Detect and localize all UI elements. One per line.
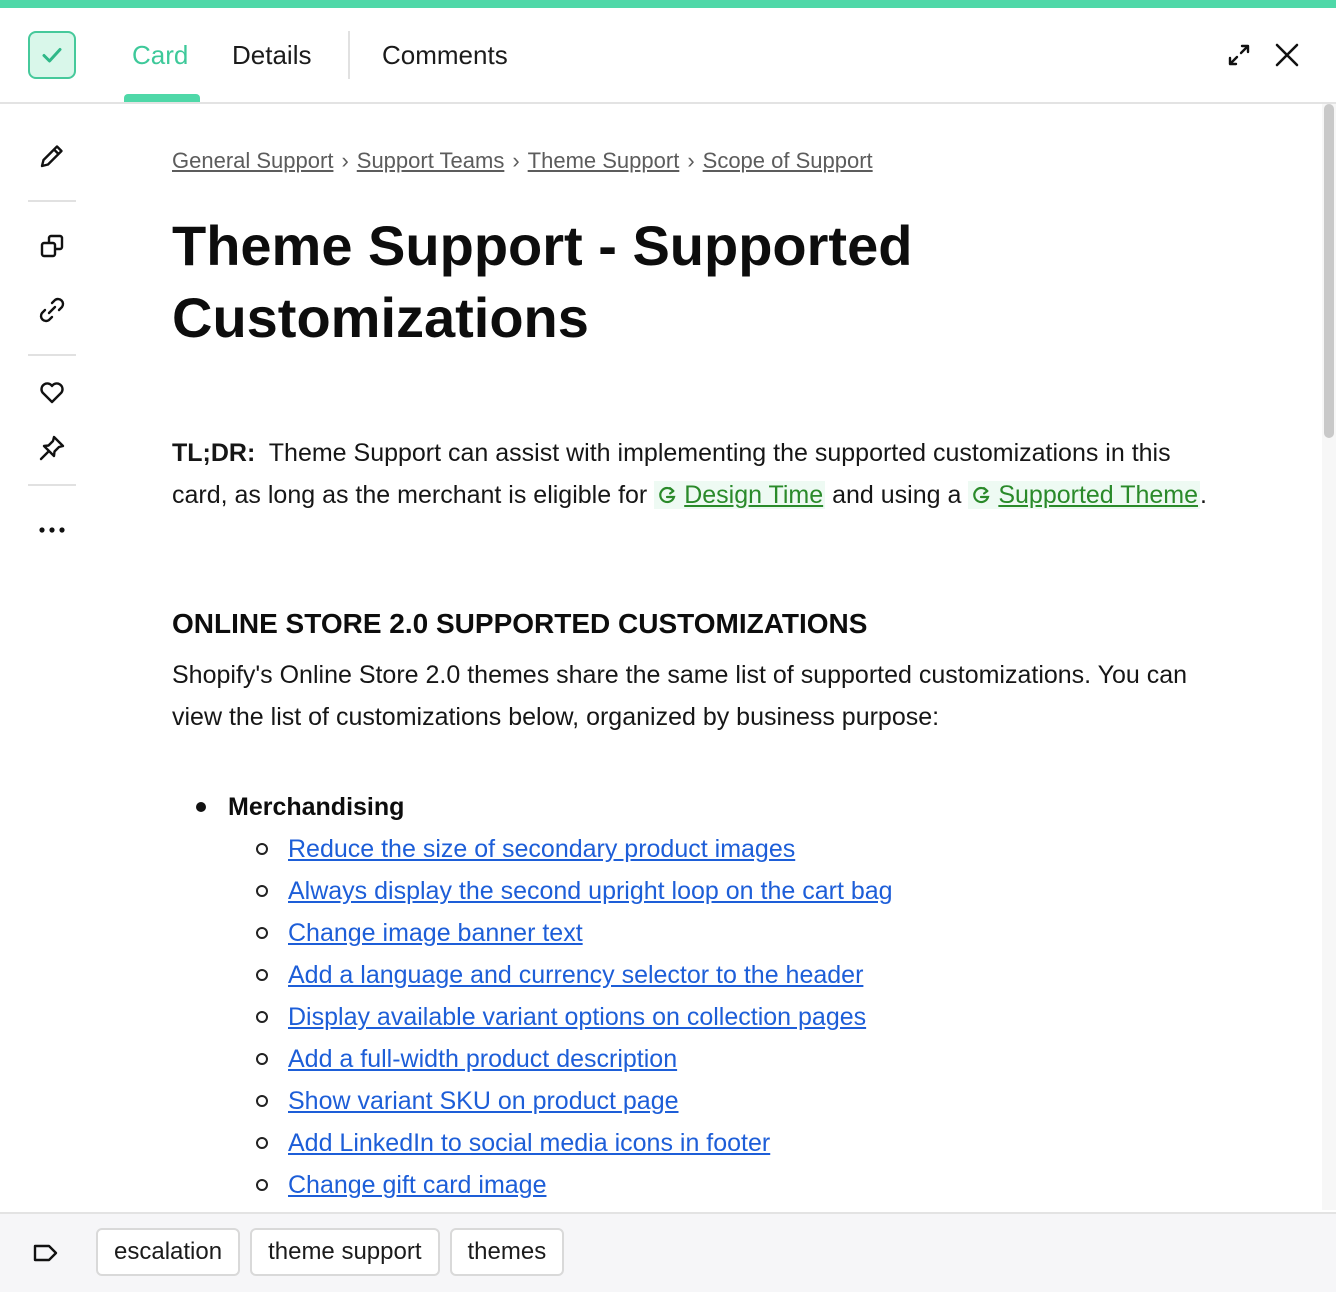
list-item: Show variant SKU on product page: [172, 1080, 1232, 1122]
customization-link[interactable]: Add a full-width product description: [288, 1045, 677, 1073]
bullet: [256, 885, 268, 897]
breadcrumb-link[interactable]: General Support: [172, 148, 333, 173]
tag-chip[interactable]: escalation: [96, 1228, 241, 1276]
customization-link[interactable]: Add LinkedIn to social media icons in fo…: [288, 1129, 770, 1157]
list-item: Change image banner text: [172, 912, 1232, 954]
customization-link[interactable]: Reduce the size of secondary product ima…: [288, 835, 795, 863]
breadcrumb: General Support › Support Teams › Theme Supp…: [172, 148, 873, 174]
tab-card[interactable]: Card: [132, 8, 188, 102]
duplicate-button[interactable]: [30, 224, 74, 268]
breadcrumb-separator: ›: [687, 148, 695, 173]
list-item: Always display the second upright loop o…: [172, 870, 1232, 912]
link-icon: [39, 297, 65, 323]
breadcrumb-separator: ›: [341, 148, 349, 173]
rail-divider: [28, 354, 76, 356]
bullet: [256, 1053, 268, 1065]
pencil-icon: [40, 145, 63, 168]
copy-icon: [40, 234, 64, 258]
pin-button[interactable]: [30, 426, 74, 470]
tags-footer: escalation theme support themes: [0, 1212, 1336, 1292]
close-button[interactable]: [1270, 38, 1304, 72]
tab-comments[interactable]: Comments: [382, 8, 508, 102]
tab-details[interactable]: Details: [232, 8, 311, 102]
bullet: [256, 1137, 268, 1149]
bullet: [256, 969, 268, 981]
check-icon: [42, 48, 62, 63]
customization-link[interactable]: Display available variant options on col…: [288, 1003, 866, 1031]
heart-icon: [40, 382, 64, 404]
breadcrumb-separator: ›: [512, 148, 520, 173]
supported-theme-link[interactable]: Supported Theme: [968, 481, 1201, 509]
list-item: Add a language and currency selector to …: [172, 954, 1232, 996]
more-options-button[interactable]: [30, 508, 74, 552]
scrollbar-thumb[interactable]: [1324, 104, 1334, 438]
rail-divider: [28, 484, 76, 486]
tldr-text: and using a: [832, 481, 962, 509]
page-title: Theme Support - Supported Customizations: [172, 214, 913, 349]
customizations-list: Merchandising Reduce the size of seconda…: [172, 786, 1232, 1206]
tag-list: escalation theme support themes: [96, 1228, 565, 1276]
design-time-link[interactable]: Design Time: [654, 481, 826, 509]
verified-check-button[interactable]: [28, 31, 76, 79]
edit-button[interactable]: [30, 134, 74, 178]
more-icon: [39, 527, 65, 533]
customization-link[interactable]: Change image banner text: [288, 919, 583, 947]
bullet: [196, 802, 206, 812]
accent-bar: [0, 0, 1336, 8]
list-item: Display available variant options on col…: [172, 996, 1232, 1038]
active-tab-indicator: [124, 94, 200, 102]
list-category: Merchandising: [172, 786, 1232, 828]
tldr-label: TL;DR:: [172, 439, 256, 467]
tab-divider: [348, 31, 350, 79]
bullet: [256, 1095, 268, 1107]
expand-icon: [1228, 44, 1250, 66]
rail-divider: [28, 200, 76, 202]
bullet: [256, 1011, 268, 1023]
bullet: [256, 927, 268, 939]
tag-chip[interactable]: theme support: [250, 1228, 440, 1276]
card-link-icon: [659, 486, 676, 504]
copy-link-button[interactable]: [30, 288, 74, 332]
close-icon: [1275, 43, 1299, 67]
favorite-button[interactable]: [30, 370, 74, 414]
bullet: [256, 1179, 268, 1191]
list-item: Reduce the size of secondary product ima…: [172, 828, 1232, 870]
category-label: Merchandising: [228, 793, 405, 821]
customization-link[interactable]: Add a language and currency selector to …: [288, 961, 863, 989]
card-content: General Support › Support Teams › Theme Supp…: [172, 104, 1252, 1210]
breadcrumb-link[interactable]: Support Teams: [357, 148, 505, 173]
pin-icon: [39, 435, 65, 461]
section-heading: ONLINE STORE 2.0 SUPPORTED CUSTOMIZATION…: [172, 608, 868, 639]
list-item: Add a full-width product description: [172, 1038, 1232, 1080]
tags-button[interactable]: [28, 1236, 62, 1270]
section-paragraph: Shopify's Online Store 2.0 themes share …: [172, 661, 1188, 731]
tldr-paragraph: TL;DR: Theme Support can assist with imp…: [172, 432, 1232, 516]
breadcrumb-link[interactable]: Theme Support: [528, 148, 680, 173]
list-item: Add LinkedIn to social media icons in fo…: [172, 1122, 1232, 1164]
bullet: [256, 843, 268, 855]
expand-button[interactable]: [1222, 38, 1256, 72]
customization-link[interactable]: Always display the second upright loop o…: [288, 877, 893, 905]
supported-theme-link-label: Supported Theme: [998, 481, 1199, 509]
tag-chip[interactable]: themes: [449, 1228, 565, 1276]
card-link-icon: [973, 486, 990, 504]
tldr-text: .: [1200, 481, 1207, 509]
tag-icon: [33, 1244, 58, 1262]
design-time-link-label: Design Time: [684, 481, 824, 509]
customization-link[interactable]: Show variant SKU on product page: [288, 1087, 679, 1115]
customization-link[interactable]: Change gift card image: [288, 1171, 546, 1199]
header: Card Details Comments: [0, 8, 1336, 104]
breadcrumb-link[interactable]: Scope of Support: [703, 148, 873, 173]
list-item: Change gift card image: [172, 1164, 1232, 1206]
